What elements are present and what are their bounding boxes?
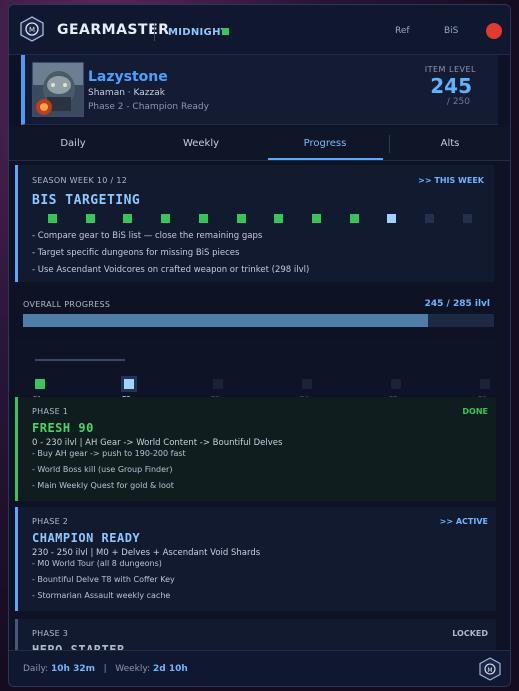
- overall-progress-label: OVERALL PROGRESS: [23, 300, 111, 309]
- header-divider: [154, 23, 155, 41]
- phase-title: FRESH 90: [32, 421, 94, 435]
- phase-tag: PHASE 2: [32, 517, 69, 526]
- weekly-reset-label: Weekly:: [115, 664, 151, 674]
- phase-status-badge: DONE: [462, 407, 488, 416]
- app-title: GEARMASTER: [57, 22, 170, 38]
- week-square: [161, 214, 171, 223]
- phase-node[interactable]: [480, 379, 490, 389]
- item-level-label: ITEM LEVEL: [424, 65, 476, 74]
- phase-task-line: - World Boss kill (use Group Finder): [32, 465, 173, 474]
- week-square: [425, 214, 434, 223]
- daily-reset-label: Daily:: [23, 664, 49, 674]
- progress-content[interactable]: SEASON WEEK 10 / 12 >> THIS WEEK BIS TAR…: [9, 161, 510, 651]
- character-avatar[interactable]: [32, 62, 84, 117]
- phase-task-line: - Bountiful Delve T8 with Coffer Key: [32, 575, 175, 584]
- tab-alts[interactable]: Alts: [390, 127, 510, 161]
- phase-status-badge: >> ACTIVE: [439, 517, 488, 526]
- bis-tip-line: - Compare gear to BiS list — close the r…: [32, 231, 263, 241]
- top-bar: M GEARMASTER MIDNIGHT Ref BiS: [9, 5, 510, 55]
- bis-button[interactable]: BiS: [444, 26, 458, 36]
- week-square: [311, 214, 321, 223]
- active-tab-indicator: [268, 158, 383, 160]
- weekly-reset-value: 2d 10h: [152, 664, 188, 674]
- phase-range: 0 - 230 ilvl | AH Gear -> World Content …: [32, 438, 283, 448]
- week-square: [236, 214, 246, 223]
- phase-node[interactable]: [302, 379, 312, 389]
- phase-task-line: - Main Weekly Quest for gold & loot: [32, 481, 174, 490]
- this-week-badge: >> THIS WEEK: [418, 176, 484, 185]
- app-window: M GEARMASTER MIDNIGHT Ref BiS Lazystone …: [8, 4, 511, 687]
- gearmaster-logo-icon: M: [20, 16, 44, 42]
- record-button[interactable]: [486, 23, 502, 39]
- overall-progress-fill: [23, 314, 428, 327]
- phase-tag: PHASE 1: [32, 407, 69, 416]
- season-week-label: SEASON WEEK 10 / 12: [32, 176, 128, 185]
- week-square: [274, 214, 284, 223]
- item-level-max: / 250: [446, 97, 470, 107]
- phase-node[interactable]: [213, 379, 223, 389]
- week-square: [85, 214, 95, 223]
- phase-tag: PHASE 3: [32, 629, 69, 638]
- week-square: [48, 214, 57, 223]
- character-phase-status: Phase 2 - Champion Ready: [88, 102, 209, 112]
- bis-targeting-title: BIS TARGETING: [32, 193, 141, 208]
- reset-timers: Daily: 10h 32m | Weekly: 2d 10h: [23, 664, 188, 674]
- phase-task-line: - M0 World Tour (all 8 dungeons): [32, 559, 162, 568]
- week-square: [123, 214, 133, 223]
- svg-text:M: M: [487, 667, 492, 674]
- bis-tip-line: - Use Ascendant Voidcores on crafted wea…: [32, 265, 310, 275]
- phase-3-card[interactable]: PHASE 3 LOCKED HERO STARTER: [15, 619, 496, 651]
- ref-button[interactable]: Ref: [395, 26, 410, 36]
- week-square: [462, 214, 472, 223]
- character-class-realm: Shaman · Kazzak: [88, 88, 165, 98]
- overall-progress-bar: [23, 314, 494, 327]
- phase-1-card[interactable]: PHASE 1 DONE FRESH 90 0 - 230 ilvl | AH …: [15, 397, 496, 501]
- phase-node[interactable]: [391, 379, 401, 389]
- season-label: MIDNIGHT: [168, 27, 228, 38]
- phase-status-badge: LOCKED: [452, 629, 488, 638]
- week-square: [349, 214, 359, 223]
- week-square: [198, 214, 208, 223]
- phase-2-card[interactable]: PHASE 2 >> ACTIVE CHAMPION READY 230 - 2…: [15, 507, 496, 611]
- avatar-portrait-icon: [33, 63, 83, 116]
- footer-bar: Daily: 10h 32m | Weekly: 2d 10h M: [9, 650, 510, 686]
- item-level-value: 245: [430, 74, 472, 98]
- phase-range: 230 - 250 ilvl | M0 + Delves + Ascendant…: [32, 548, 261, 558]
- svg-text:M: M: [29, 26, 35, 34]
- character-name[interactable]: Lazystone: [88, 69, 168, 85]
- footer-separator: |: [97, 664, 113, 674]
- phase-task-line: - Buy AH gear -> push to 190-200 fast: [32, 449, 186, 458]
- phase-title: CHAMPION READY: [32, 531, 141, 545]
- season-status-indicator: [222, 28, 229, 35]
- phase-task-line: - Stormarian Assault weekly cache: [32, 591, 171, 600]
- phase-node[interactable]: [121, 376, 137, 392]
- tab-daily[interactable]: Daily: [9, 127, 137, 161]
- tab-weekly[interactable]: Weekly: [137, 127, 265, 161]
- bis-targeting-card: SEASON WEEK 10 / 12 >> THIS WEEK BIS TAR…: [15, 165, 494, 282]
- phase-track: P1P2P3P4P5P6: [15, 339, 496, 403]
- tab-progress[interactable]: Progress: [265, 127, 385, 161]
- daily-reset-value: 10h 32m: [51, 664, 95, 674]
- overall-progress-value: 245 / 285 ilvl: [424, 299, 490, 309]
- week-square: [387, 214, 397, 223]
- gearmaster-footer-logo-icon[interactable]: M: [478, 657, 502, 681]
- character-card: Lazystone Shaman · Kazzak Phase 2 - Cham…: [21, 55, 498, 125]
- phase-track-line: [35, 359, 125, 361]
- bis-tip-line: - Target specific dungeons for missing B…: [32, 248, 240, 258]
- phase-node[interactable]: [35, 379, 45, 389]
- tab-bar: Daily Weekly Progress Alts: [9, 127, 510, 161]
- overall-progress: OVERALL PROGRESS 245 / 285 ilvl: [15, 286, 496, 334]
